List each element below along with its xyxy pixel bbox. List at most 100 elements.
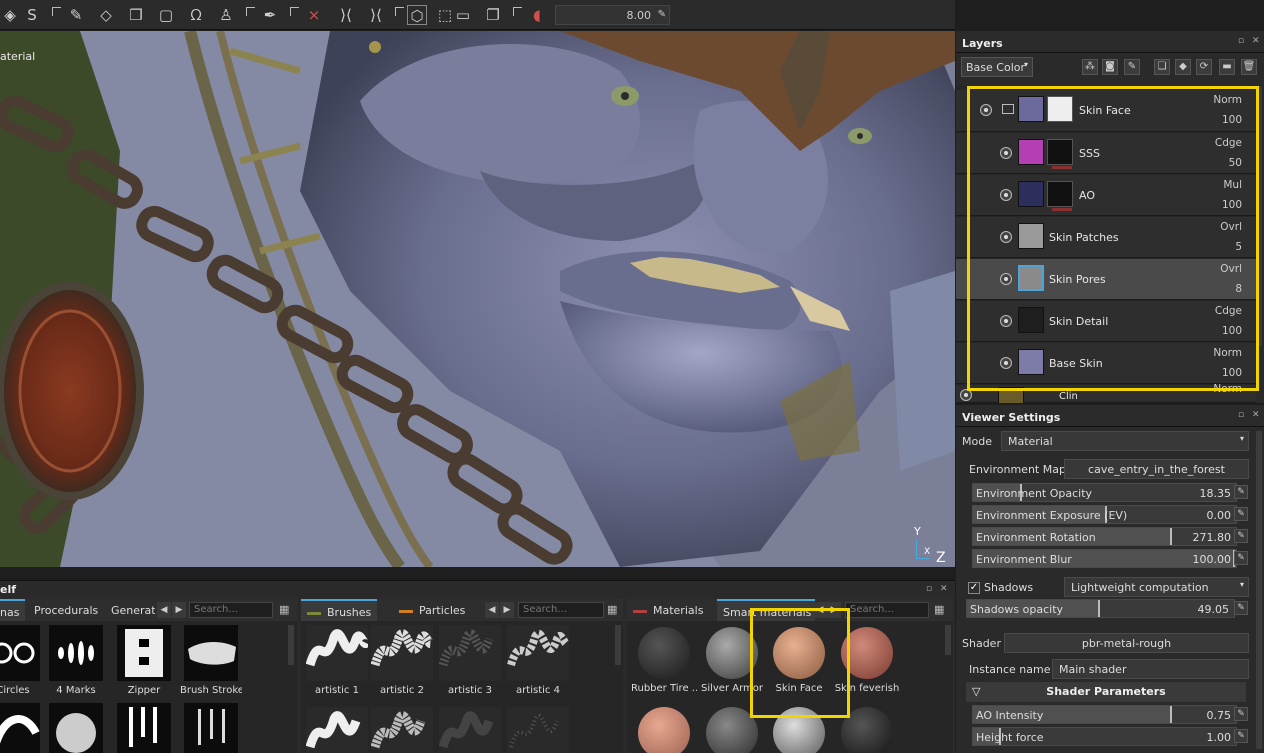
instance-name-input[interactable]: Main shader xyxy=(1052,659,1249,679)
tab-procedurals[interactable]: Procedurals xyxy=(28,599,104,621)
substance-icon[interactable]: S xyxy=(22,5,42,25)
search-input[interactable]: Search... xyxy=(518,602,604,618)
grid-view-icon[interactable]: ▦ xyxy=(934,603,947,616)
projection-icon[interactable]: ✎ xyxy=(66,5,86,25)
panel-float-icon[interactable]: ▫ xyxy=(1238,36,1244,46)
shader-parameters-header[interactable]: ▽ Shader Parameters xyxy=(966,682,1246,702)
chevron-down-icon: ▾ xyxy=(1239,580,1244,589)
edit-pencil-icon[interactable]: ✎ xyxy=(1234,507,1248,521)
panel-close-icon[interactable]: ✕ xyxy=(1252,410,1260,420)
tab-next-icon[interactable]: ▶ xyxy=(500,602,514,618)
environment-rotation-slider[interactable]: Environment Rotation 271.80 xyxy=(972,527,1237,546)
shelf-item[interactable] xyxy=(180,703,242,753)
symmetry-icon[interactable]: ⨯ xyxy=(304,5,324,25)
clone-stamp-icon[interactable]: ♙ xyxy=(216,5,236,25)
shader-field[interactable]: pbr-metal-rough xyxy=(1004,633,1249,653)
eraser-icon[interactable]: ◇ xyxy=(96,5,116,25)
shelf-item[interactable]: artistic 3 xyxy=(438,625,502,696)
channel-dropdown[interactable]: Base Color ▾ xyxy=(961,57,1033,77)
shelf-item[interactable]: artistic 1 xyxy=(305,625,371,696)
shelf-item[interactable] xyxy=(506,707,570,753)
screenshot-icon[interactable]: ⬚ xyxy=(435,5,455,25)
ao-intensity-slider[interactable]: AO Intensity 0.75 xyxy=(972,705,1237,724)
shelf-item[interactable] xyxy=(45,703,107,753)
environment-exposure-slider[interactable]: Environment Exposure (EV) 0.00 xyxy=(972,505,1237,524)
smart-material-item[interactable]: Rubber Tire ... xyxy=(631,627,697,694)
shader-parameters-title: Shader Parameters xyxy=(1046,685,1166,698)
add-effect-icon[interactable]: ⁂ xyxy=(1082,59,1098,75)
shelf-item[interactable] xyxy=(438,707,502,753)
polygon-fill-icon[interactable]: ▢ xyxy=(156,5,176,25)
edit-pencil-icon[interactable]: ✎ xyxy=(1234,551,1248,565)
shelf-item[interactable]: artistic 4 xyxy=(506,625,571,696)
shelf-item[interactable] xyxy=(305,707,369,753)
video-icon[interactable]: ▭ xyxy=(453,5,473,25)
shelf-item[interactable] xyxy=(113,703,175,753)
tab-generators[interactable]: Generato xyxy=(105,599,155,621)
panel-close-icon[interactable]: ✕ xyxy=(940,584,948,594)
lasso-icon[interactable]: ᘯ xyxy=(186,5,206,25)
radial-icon[interactable]: ❐ xyxy=(483,5,503,25)
search-input[interactable]: Search... xyxy=(845,602,929,618)
add-folder-icon[interactable]: ▬ xyxy=(1219,59,1235,75)
environment-blur-slider[interactable]: Environment Blur 100.00 xyxy=(972,549,1237,568)
tab-materials[interactable]: Materials xyxy=(627,599,709,621)
tab-next-icon[interactable]: ▶ xyxy=(172,602,186,618)
env-map-field[interactable]: cave_entry_in_the_forest xyxy=(1064,459,1249,479)
tab-alphas[interactable]: nas xyxy=(0,599,26,621)
shelf-item[interactable]: 4 Marks xyxy=(45,625,107,696)
edit-pencil-icon[interactable]: ✎ xyxy=(1234,601,1248,615)
mirror-icon[interactable]: ⟩⟨ xyxy=(336,5,356,25)
panel-float-icon[interactable]: ▫ xyxy=(1238,410,1244,420)
camera-icon[interactable]: ⟩⟨ xyxy=(366,5,386,25)
mode-dropdown[interactable]: Material ▾ xyxy=(1001,431,1249,451)
grid-view-icon[interactable]: ▦ xyxy=(607,603,620,616)
material-pick-icon[interactable]: ❒ xyxy=(126,5,146,25)
shelf-item[interactable] xyxy=(370,707,434,753)
shelf-scrollbar[interactable] xyxy=(288,625,294,665)
instance-name-label: Instance name xyxy=(969,663,1051,676)
panel-float-icon[interactable]: ▫ xyxy=(926,584,932,594)
delete-layer-icon[interactable]: 🗑 xyxy=(1241,59,1257,75)
edit-pencil-icon[interactable]: ✎ xyxy=(658,9,666,20)
shelf-item[interactable] xyxy=(0,703,44,753)
shelf-item[interactable]: artistic 2 xyxy=(370,625,436,696)
smudge-icon[interactable]: ✒ xyxy=(260,5,280,25)
shadows-opacity-slider[interactable]: Shadows opacity 49.05 xyxy=(966,599,1235,618)
edit-pencil-icon[interactable]: ✎ xyxy=(1234,729,1248,743)
smart-material-item[interactable] xyxy=(631,707,697,753)
shelf-item[interactable]: Circles xyxy=(0,625,44,696)
add-fill-icon[interactable]: ✎ xyxy=(1124,59,1140,75)
environment-opacity-slider[interactable]: Environment Opacity 18.35 xyxy=(972,483,1237,502)
height-force-slider[interactable]: Height force 1.00 xyxy=(972,727,1237,746)
viewer-scrollbar[interactable] xyxy=(1256,431,1262,749)
edit-pencil-icon[interactable]: ✎ xyxy=(1234,707,1248,721)
slider-label: Height force xyxy=(976,731,1044,744)
paint-icon[interactable]: ◈ xyxy=(0,5,20,25)
grid-view-icon[interactable]: ▦ xyxy=(279,603,292,616)
tab-prev-icon[interactable]: ◀ xyxy=(485,602,499,618)
shelf-scrollbar[interactable] xyxy=(615,625,621,665)
shadows-mode-dropdown[interactable]: Lightweight computation ▾ xyxy=(1064,577,1249,597)
3d-view-icon[interactable]: ⬡ xyxy=(407,5,427,25)
edit-pencil-icon[interactable]: ✎ xyxy=(1234,529,1248,543)
3d-viewport[interactable]: aterial Y X Z xyxy=(0,31,955,567)
shelf-scrollbar[interactable] xyxy=(945,625,951,655)
tab-particles[interactable]: Particles xyxy=(393,599,471,621)
shelf-item[interactable]: Zipper xyxy=(113,625,175,696)
shadows-checkbox[interactable]: ✓ xyxy=(968,582,980,594)
add-fill-layer-icon[interactable]: ◆ xyxy=(1175,59,1191,75)
half-circle-icon[interactable]: ◖ xyxy=(527,5,547,25)
search-input[interactable]: Search... xyxy=(189,602,273,618)
tab-brushes[interactable]: Brushes xyxy=(301,599,378,621)
instance-icon[interactable]: ⟳ xyxy=(1196,59,1212,75)
shelf-item[interactable]: Brush Stroke... xyxy=(180,625,242,696)
collapse-chevron-icon[interactable]: ▽ xyxy=(972,685,980,698)
add-mask-icon[interactable]: ◙ xyxy=(1102,59,1118,75)
tab-prev-icon[interactable]: ◀ xyxy=(157,602,171,618)
add-layer-icon[interactable]: ❏ xyxy=(1154,59,1170,75)
panel-close-icon[interactable]: ✕ xyxy=(1252,36,1260,46)
tool-size-slider[interactable]: 8.00 ✎ xyxy=(555,5,670,25)
shelf-pane-brushes: Brushes Particles ◀ ▶ Search... ▦ artist… xyxy=(301,599,623,753)
edit-pencil-icon[interactable]: ✎ xyxy=(1234,485,1248,499)
